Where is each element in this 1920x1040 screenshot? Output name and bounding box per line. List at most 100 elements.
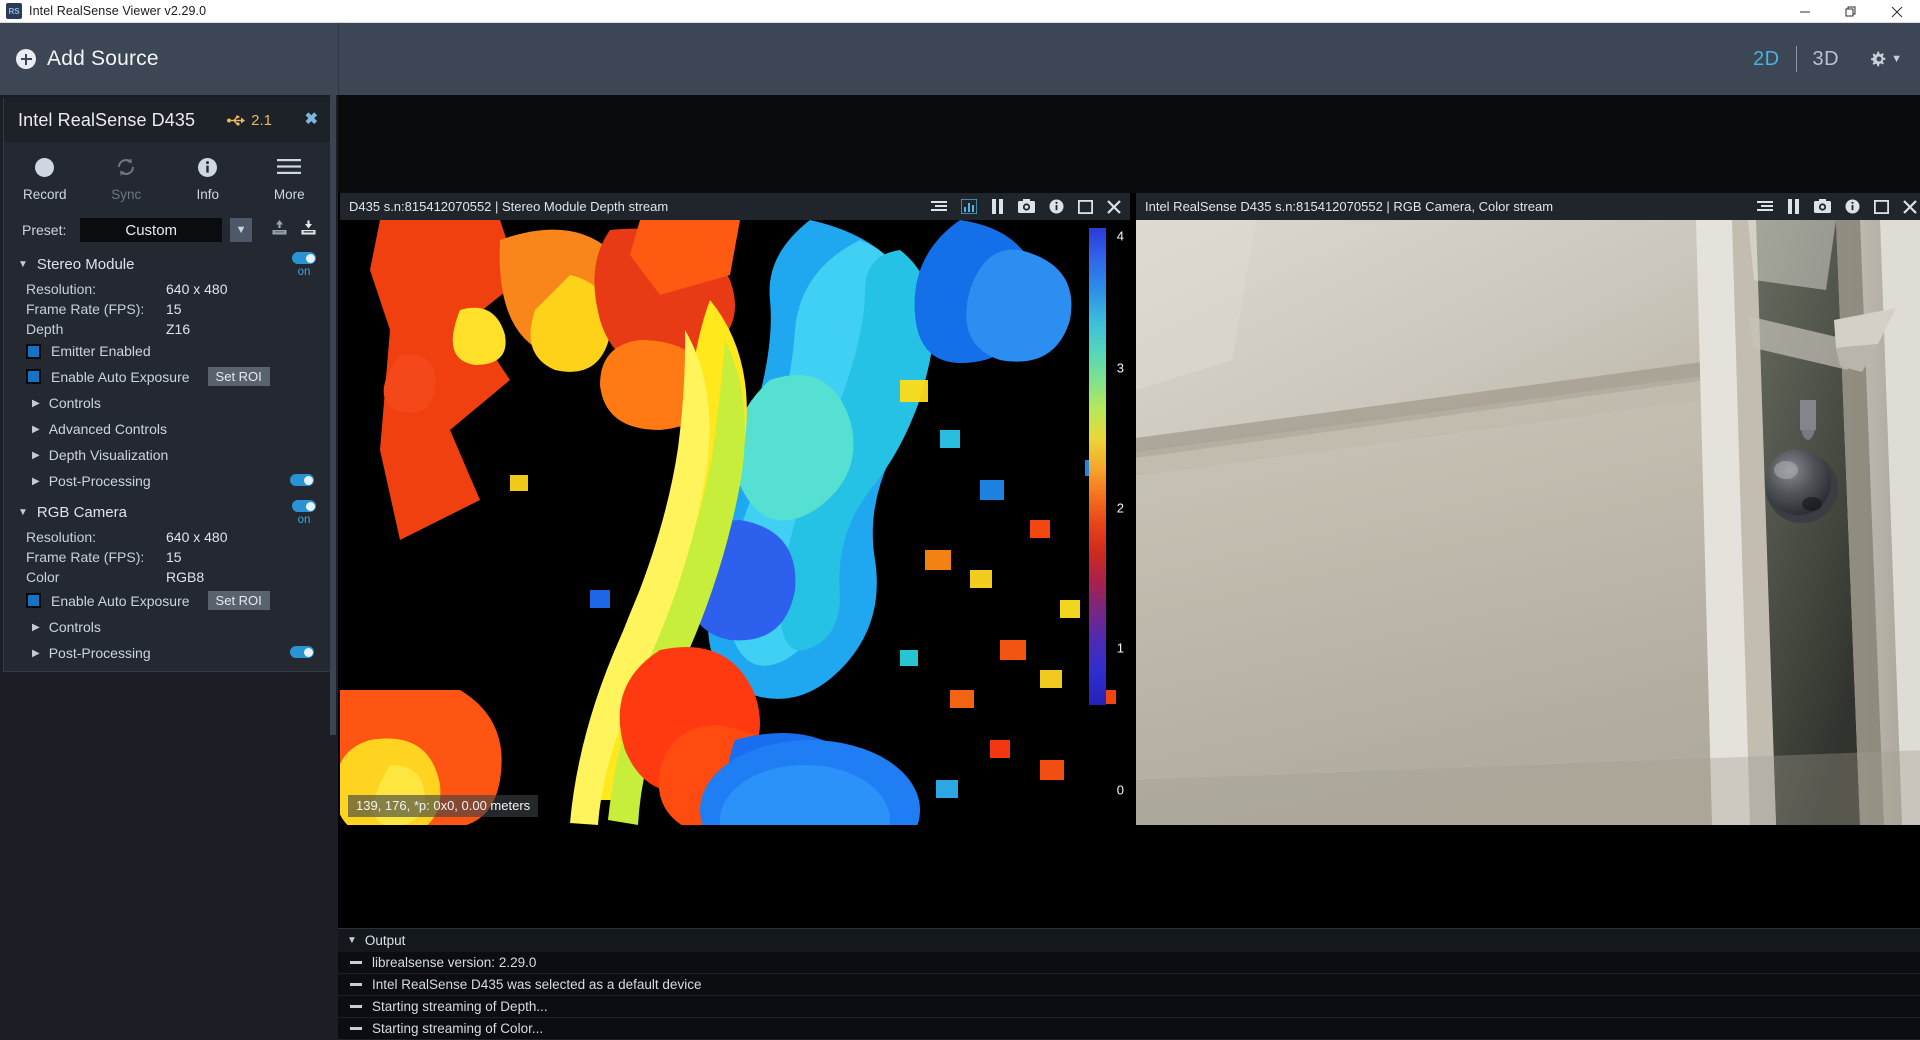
rgb-post-processing-label: Post-Processing: [48, 645, 151, 661]
label: Frame Rate (FPS):: [26, 301, 145, 317]
top-toolbar: Add Source 2D 3D ▼: [0, 23, 1920, 95]
record-dot-icon: [35, 156, 55, 178]
label: Depth: [26, 321, 64, 337]
record-button[interactable]: Record: [4, 156, 86, 202]
maximize-icon[interactable]: [1874, 199, 1889, 214]
checkbox[interactable]: [26, 343, 41, 359]
more-label: More: [273, 187, 305, 202]
close-icon[interactable]: [1903, 199, 1917, 214]
bullet-dash-icon: [350, 1027, 362, 1030]
output-header[interactable]: ▼ Output: [338, 928, 1920, 952]
metadata-icon[interactable]: [1757, 200, 1773, 214]
depth-visualization-row[interactable]: ▶ Depth Visualization: [4, 442, 330, 468]
depth-image-canvas[interactable]: 4 3 2 1 0 139, 176, *p: 0x0, 0.00 meters: [340, 220, 1130, 825]
stereo-resolution-row: Resolution: 640 x 480: [4, 279, 330, 299]
value: RGB8: [166, 569, 205, 585]
toggle-state-label: on: [297, 514, 311, 526]
depth-auto-exposure-label: Enable Auto Exposure: [51, 368, 190, 385]
pause-icon[interactable]: [991, 199, 1004, 214]
rgb-camera-toggle[interactable]: on: [292, 500, 316, 526]
tab-3d[interactable]: 3D: [1797, 48, 1856, 71]
scrollbar-thumb[interactable]: [330, 95, 336, 735]
depth-colorbar: [1089, 228, 1106, 705]
checkbox[interactable]: [26, 593, 41, 608]
value: 640 x 480: [166, 529, 228, 545]
output-log-row: Starting streaming of Depth...: [338, 996, 1920, 1018]
output-log-list[interactable]: librealsense version: 2.29.0 Intel RealS…: [338, 952, 1920, 1040]
close-icon[interactable]: [1874, 0, 1920, 23]
output-log-row: librealsense version: 2.29.0: [338, 952, 1920, 974]
sidebar-scrollbar[interactable]: [330, 95, 336, 1040]
checkbox[interactable]: [26, 369, 41, 384]
info-icon[interactable]: [1845, 199, 1860, 214]
device-sidebar: Intel RealSense D435 2.1 ✖ Record Sync I…: [0, 95, 338, 1040]
window-controls: [1782, 0, 1920, 23]
device-close-button[interactable]: ✖: [305, 112, 318, 128]
rgb-post-processing-row[interactable]: ▶ Post-Processing: [4, 640, 330, 671]
rgb-resolution-row: Resolution: 640 x 480: [4, 527, 330, 547]
toggle-switch: [292, 252, 316, 264]
restore-icon[interactable]: [1828, 0, 1874, 23]
stereo-post-processing-row[interactable]: ▶ Post-Processing: [4, 468, 330, 494]
metadata-icon[interactable]: [931, 200, 947, 214]
minimize-icon[interactable]: [1782, 0, 1828, 23]
info-button[interactable]: Info: [167, 156, 249, 202]
stereo-controls-row[interactable]: ▶ Controls: [4, 390, 330, 416]
depth-stream-panel: D435 s.n:815412070552 | Stereo Module De…: [340, 193, 1130, 825]
stereo-post-processing-toggle[interactable]: [290, 474, 314, 486]
depth-auto-exposure-row[interactable]: Enable Auto Exposure Set ROI: [4, 363, 330, 390]
close-icon[interactable]: [1107, 199, 1121, 214]
device-name: Intel RealSense D435: [18, 109, 196, 130]
depth-cursor-readout: 139, 176, *p: 0x0, 0.00 meters: [348, 795, 539, 817]
stereo-advanced-controls-row[interactable]: ▶ Advanced Controls: [4, 416, 330, 442]
preset-dropdown-arrow[interactable]: ▼: [230, 218, 252, 242]
tab-2d[interactable]: 2D: [1737, 48, 1796, 71]
color-stream-icons: [1757, 199, 1917, 214]
sync-button[interactable]: Sync: [86, 156, 168, 202]
pause-icon[interactable]: [1787, 199, 1800, 214]
snapshot-icon[interactable]: [1018, 199, 1035, 214]
rgb-auto-exposure-label: Enable Auto Exposure: [51, 592, 190, 609]
value: 15: [166, 301, 182, 317]
window-title: Intel RealSense Viewer v2.29.0: [29, 4, 207, 18]
device-panel: Intel RealSense D435 2.1 ✖ Record Sync I…: [3, 98, 331, 672]
stereo-module-toggle[interactable]: on: [292, 252, 316, 278]
settings-button[interactable]: ▼: [1869, 49, 1902, 69]
snapshot-icon[interactable]: [1814, 199, 1831, 214]
output-log-text: Starting streaming of Depth...: [372, 999, 548, 1014]
value: Z16: [166, 321, 191, 337]
depth-set-roi-button[interactable]: Set ROI: [207, 367, 270, 386]
rgb-post-processing-toggle[interactable]: [290, 646, 314, 658]
colorbar-tick: 0: [1116, 782, 1124, 798]
stream-grid: D435 s.n:815412070552 | Stereo Module De…: [338, 193, 1920, 825]
chevron-right-icon: ▶: [32, 397, 40, 409]
more-button[interactable]: More: [249, 156, 331, 202]
emitter-enabled-row[interactable]: Emitter Enabled: [4, 339, 330, 363]
label: Color: [26, 569, 60, 585]
info-icon[interactable]: [1049, 199, 1064, 214]
label: Resolution:: [26, 281, 97, 297]
color-image-canvas[interactable]: [1136, 220, 1920, 825]
rgb-set-roi-button[interactable]: Set ROI: [207, 591, 270, 610]
chevron-down-icon: ▼: [347, 934, 357, 946]
rgb-controls-row[interactable]: ▶ Controls: [4, 614, 330, 640]
colorbar-tick: 2: [1116, 500, 1124, 516]
preset-select[interactable]: Custom: [80, 218, 223, 242]
bullet-dash-icon: [350, 961, 362, 964]
histogram-icon[interactable]: [961, 199, 977, 214]
output-log-text: Starting streaming of Color...: [372, 1021, 544, 1036]
section-rgb-camera[interactable]: ▼ RGB Camera on: [4, 498, 330, 527]
rgb-camera-title: RGB Camera: [36, 504, 127, 521]
add-source-button[interactable]: Add Source: [16, 47, 159, 71]
hamburger-icon: [277, 156, 302, 178]
stereo-depth-format-row: Depth Z16: [4, 319, 330, 339]
color-stream-header: Intel RealSense D435 s.n:815412070552 | …: [1136, 193, 1920, 220]
download-icon[interactable]: [299, 218, 318, 242]
section-stereo-module[interactable]: ▼ Stereo Module on: [4, 250, 330, 279]
rgb-auto-exposure-row[interactable]: Enable Auto Exposure Set ROI: [4, 587, 330, 614]
upload-icon[interactable]: [270, 218, 289, 242]
depth-visualization-label: Depth Visualization: [48, 447, 169, 463]
usb-icon: [227, 115, 246, 126]
gear-icon: [1871, 51, 1886, 67]
maximize-icon[interactable]: [1078, 199, 1093, 214]
